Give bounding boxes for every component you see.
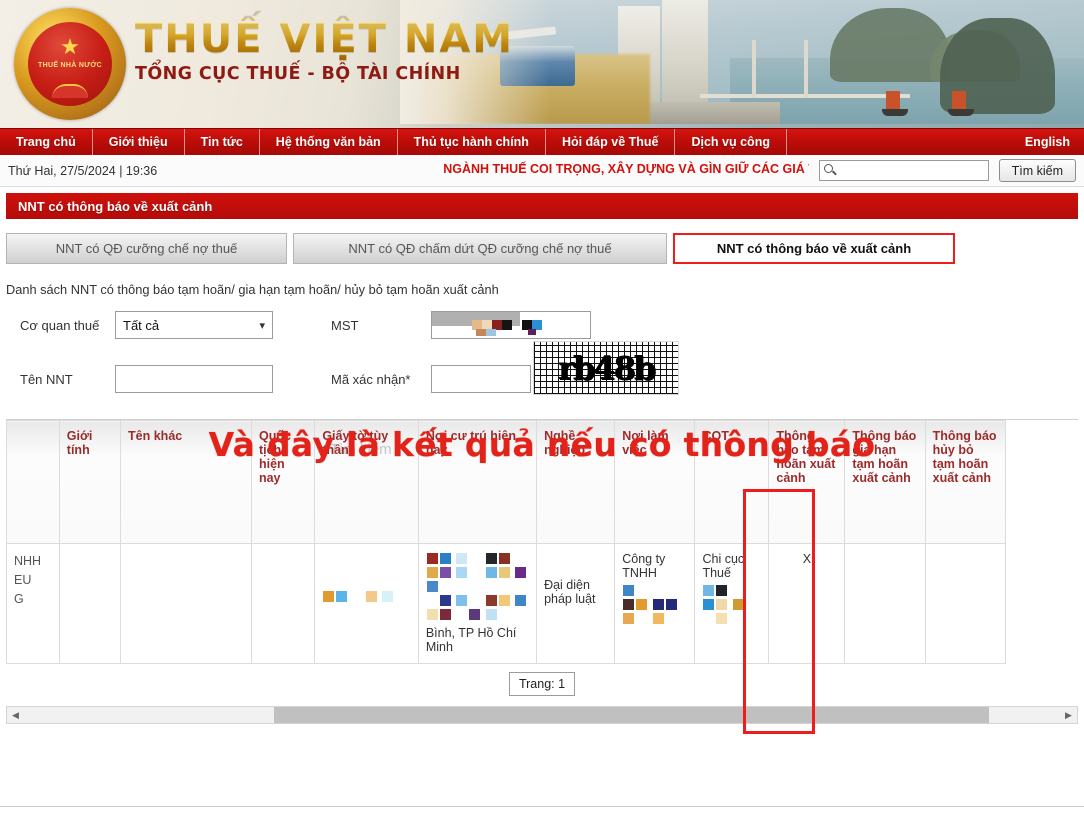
list-caption: Danh sách NNT có thông báo tạm hoãn/ gia…: [6, 282, 499, 297]
col-header-cqt: CQT: [694, 420, 770, 544]
select-co-quan-thue-value: Tất cả: [123, 317, 160, 333]
col-header-noi-cu-tru: Nơi cư trú hiện nay: [417, 420, 538, 544]
col-header-thong-bao-tam-hoan: Thông báo tạm hoãn xuất cảnh: [768, 420, 846, 544]
cell-nghe-nghiep-text: Đại diện pháp luật: [544, 578, 596, 606]
brand-title: THUẾ VIỆT NAM: [135, 16, 515, 62]
cell-nghe-nghiep: Đại diện pháp luật: [536, 543, 616, 664]
col-header-quoc-tich: Quốc tịch hiện nay: [250, 420, 316, 544]
label-ma-xac-nhan: Mã xác nhận*: [331, 371, 411, 387]
cell-giay-to-tuy-than: [314, 543, 419, 664]
input-ten-nnt[interactable]: [115, 365, 273, 393]
col-header-thong-bao-huy-bo: Thông báo hủy bỏ tạm hoãn xuất cảnh: [924, 420, 1007, 544]
main-navigation: Trang chủ Giới thiệu Tin tức Hệ thống vă…: [0, 128, 1084, 155]
search-filter-form: Cơ quan thuế Tất cả ▾ Tên NNT MST Mã xác…: [6, 311, 1078, 409]
col-header-blank: [6, 420, 60, 544]
tab-thong-bao-xuat-canh[interactable]: NNT có thông báo về xuất cảnh: [673, 233, 955, 264]
chevron-down-icon: ▾: [259, 319, 265, 332]
label-ten-nnt: Tên NNT: [20, 371, 73, 387]
scrollbar-track[interactable]: [24, 707, 1060, 723]
chevron-left-icon[interactable]: ◀: [7, 707, 24, 723]
label-mst: MST: [331, 317, 359, 333]
brand-block: THUẾ VIỆT NAM TỔNG CỤC THUẾ - BỘ TÀI CHÍ…: [135, 18, 514, 84]
nav-item-hoi-dap-ve-thue[interactable]: Hỏi đáp về Thuế: [546, 129, 676, 155]
nav-item-thu-tuc-hanh-chinh[interactable]: Thủ tục hành chính: [398, 129, 546, 155]
col-header-nghe-nghiep: Nghề nghiệp: [536, 420, 616, 544]
scrollbar-thumb[interactable]: [274, 707, 989, 723]
table-header-row: Giới tính Tên khác Quốc tịch hiện nay Gi…: [6, 420, 1007, 544]
cell-thong-bao-huy-bo: [924, 543, 1007, 664]
nav-item-he-thong-van-ban[interactable]: Hệ thống văn bản: [260, 129, 398, 155]
tab-strip: NNT có QĐ cưỡng chế nợ thuế NNT có QĐ ch…: [6, 233, 1078, 264]
label-co-quan-thue: Cơ quan thuế: [20, 317, 100, 333]
current-datetime: Thứ Hai, 27/5/2024 | 19:36: [8, 163, 158, 178]
results-table: Giới tính Tên khác Quốc tịch hiện nay Gi…: [6, 420, 1007, 664]
cell-ten-khac: [120, 543, 252, 664]
cell-thong-bao-gia-han: [844, 543, 926, 664]
cell-quoc-tich: [250, 543, 316, 664]
national-emblem-logo: ★ THUẾ NHÀ NƯỚC: [14, 8, 126, 120]
nav-item-dich-vu-cong[interactable]: Dịch vụ công: [675, 129, 787, 155]
results-table-wrapper: Giới tính Tên khác Quốc tịch hiện nay Gi…: [6, 419, 1078, 664]
nav-item-tin-tuc[interactable]: Tin tức: [185, 129, 260, 155]
cell-name-truncated: NHH EU G: [6, 543, 60, 664]
nav-item-gioi-thieu[interactable]: Giới thiệu: [93, 129, 185, 155]
ghost-watermark-text: Tìm kiếm: [330, 441, 392, 458]
input-ma-xac-nhan[interactable]: [431, 365, 531, 393]
col-header-noi-lam-viec: Nơi làm việc: [614, 420, 696, 544]
site-header: ★ THUẾ NHÀ NƯỚC THUẾ VIỆT NAM TỔNG CỤC T…: [0, 0, 1084, 128]
page-title: NNT có thông báo về xuất cảnh: [18, 198, 213, 214]
cell-cqt-text: Chi cục Thuế: [702, 552, 745, 580]
nav-item-trang-chu[interactable]: Trang chủ: [0, 129, 93, 155]
cell-gioi-tinh: [58, 543, 122, 664]
cell-thong-bao-tam-hoan: X: [768, 543, 846, 664]
ticker-text: NGÀNH THUẾ COI TRỌNG, XÂY DỰNG VÀ GÌN GI…: [443, 161, 808, 176]
table-row[interactable]: NHH EU G Bình, TP Hồ Chí Minh Đại diện p…: [6, 543, 1007, 664]
input-mst[interactable]: [431, 311, 591, 339]
captcha-image[interactable]: rb48b: [533, 341, 679, 395]
cell-noi-lam-viec-text: Công ty TNHH: [622, 552, 666, 580]
news-ticker: NGÀNH THUẾ COI TRỌNG, XÂY DỰNG VÀ GÌN GI…: [167, 161, 808, 181]
page-indicator[interactable]: Trang: 1: [508, 672, 576, 696]
cell-noi-cu-tru: Bình, TP Hồ Chí Minh: [417, 543, 538, 664]
search-input[interactable]: [840, 162, 988, 179]
chevron-right-icon[interactable]: ▶: [1060, 707, 1077, 723]
pagination: Trang: 1: [0, 672, 1084, 696]
main-content: NNT có QĐ cưỡng chế nợ thuế NNT có QĐ ch…: [0, 233, 1084, 409]
search-button[interactable]: Tìm kiếm: [998, 159, 1076, 182]
horizontal-scrollbar[interactable]: ◀ ▶: [6, 706, 1078, 724]
captcha-text: rb48b: [557, 349, 656, 387]
col-header-ten-khac: Tên khác: [120, 420, 252, 544]
tab-cham-dut-cuong-che[interactable]: NNT có QĐ chấm dứt QĐ cưỡng chế nợ thuế: [293, 233, 667, 264]
emblem-text: THUẾ NHÀ NƯỚC: [38, 62, 102, 69]
tab-cuong-che-no-thue[interactable]: NNT có QĐ cưỡng chế nợ thuế: [6, 233, 287, 264]
star-icon: ★: [60, 34, 80, 59]
cell-cqt: Chi cục Thuế: [694, 543, 770, 664]
cell-noi-lam-viec: Công ty TNHH: [614, 543, 696, 664]
col-header-gioi-tinh: Giới tính: [58, 420, 122, 544]
nav-item-english[interactable]: English: [1011, 129, 1084, 155]
select-co-quan-thue[interactable]: Tất cả ▾: [115, 311, 273, 339]
brand-subtitle: TỔNG CỤC THUẾ - BỘ TÀI CHÍNH: [135, 64, 461, 84]
col-header-thong-bao-gia-han: Thông báo gia hạn tạm hoãn xuất cảnh: [844, 420, 926, 544]
page-title-bar: NNT có thông báo về xuất cảnh: [6, 193, 1078, 219]
col-header-giay-to-tuy-than: Giấy tờ tùy thân: [314, 420, 419, 544]
utility-bar: Thứ Hai, 27/5/2024 | 19:36 NGÀNH THUẾ CO…: [0, 155, 1084, 187]
search-icon: [823, 164, 837, 177]
window-bottom-edge: [0, 806, 1084, 814]
search-box[interactable]: [818, 160, 989, 181]
cell-noi-cu-tru-text: Bình, TP Hồ Chí Minh: [425, 626, 517, 654]
